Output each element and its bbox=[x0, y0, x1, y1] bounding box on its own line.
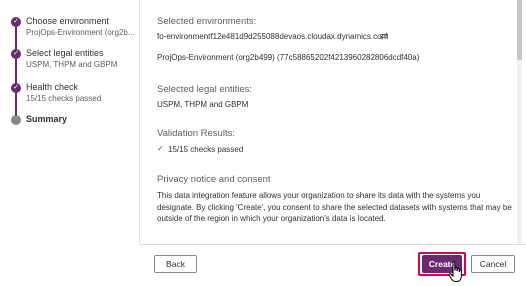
step-title: Select legal entities bbox=[26, 48, 104, 58]
footer-divider bbox=[140, 244, 526, 245]
check-icon: ✓ bbox=[157, 144, 164, 153]
step-title: Summary bbox=[26, 114, 68, 124]
legal-entities-label: Selected legal entities: bbox=[157, 84, 253, 95]
privacy-text: This data integration feature allows you… bbox=[157, 191, 512, 223]
step-title: Choose environment bbox=[26, 16, 110, 26]
environments-label: Selected environments: bbox=[157, 16, 257, 27]
dot-icon bbox=[11, 115, 21, 125]
step-title: Health check bbox=[26, 82, 79, 92]
environment-name: ProjOps-Environment (org2b499) (77c58865… bbox=[157, 53, 420, 62]
validation-value: 15/15 checks passed bbox=[168, 145, 244, 154]
vertical-divider bbox=[139, 0, 140, 244]
check-icon: ✓ bbox=[11, 83, 21, 93]
scrollbar[interactable] bbox=[517, 0, 522, 244]
hand-cursor-icon bbox=[448, 261, 462, 282]
environment-url: fo-environmentf12e481d9d255088devaos.clo… bbox=[157, 32, 389, 41]
privacy-label: Privacy notice and consent bbox=[157, 174, 271, 185]
swap-icon[interactable]: ⇄ bbox=[380, 31, 388, 42]
legal-entities-value: USPM, THPM and GBPM bbox=[157, 100, 249, 109]
check-icon: ✓ bbox=[11, 49, 21, 59]
validation-label: Validation Results: bbox=[157, 128, 235, 139]
scrollbar-thumb[interactable] bbox=[517, 0, 522, 60]
stepper-progress-line bbox=[15, 20, 17, 118]
back-button[interactable]: Back bbox=[154, 255, 197, 273]
step-subtitle: USPM, THPM and GBPM bbox=[26, 60, 118, 69]
check-icon: ✓ bbox=[11, 17, 21, 27]
wizard-stepper: ✓ Choose environment ProjOps-Environment… bbox=[0, 0, 138, 286]
cancel-button[interactable]: Cancel bbox=[471, 255, 515, 273]
step-subtitle: 15/15 checks passed bbox=[26, 94, 102, 103]
step-subtitle: ProjOps-Environment (org2b... bbox=[26, 28, 134, 37]
